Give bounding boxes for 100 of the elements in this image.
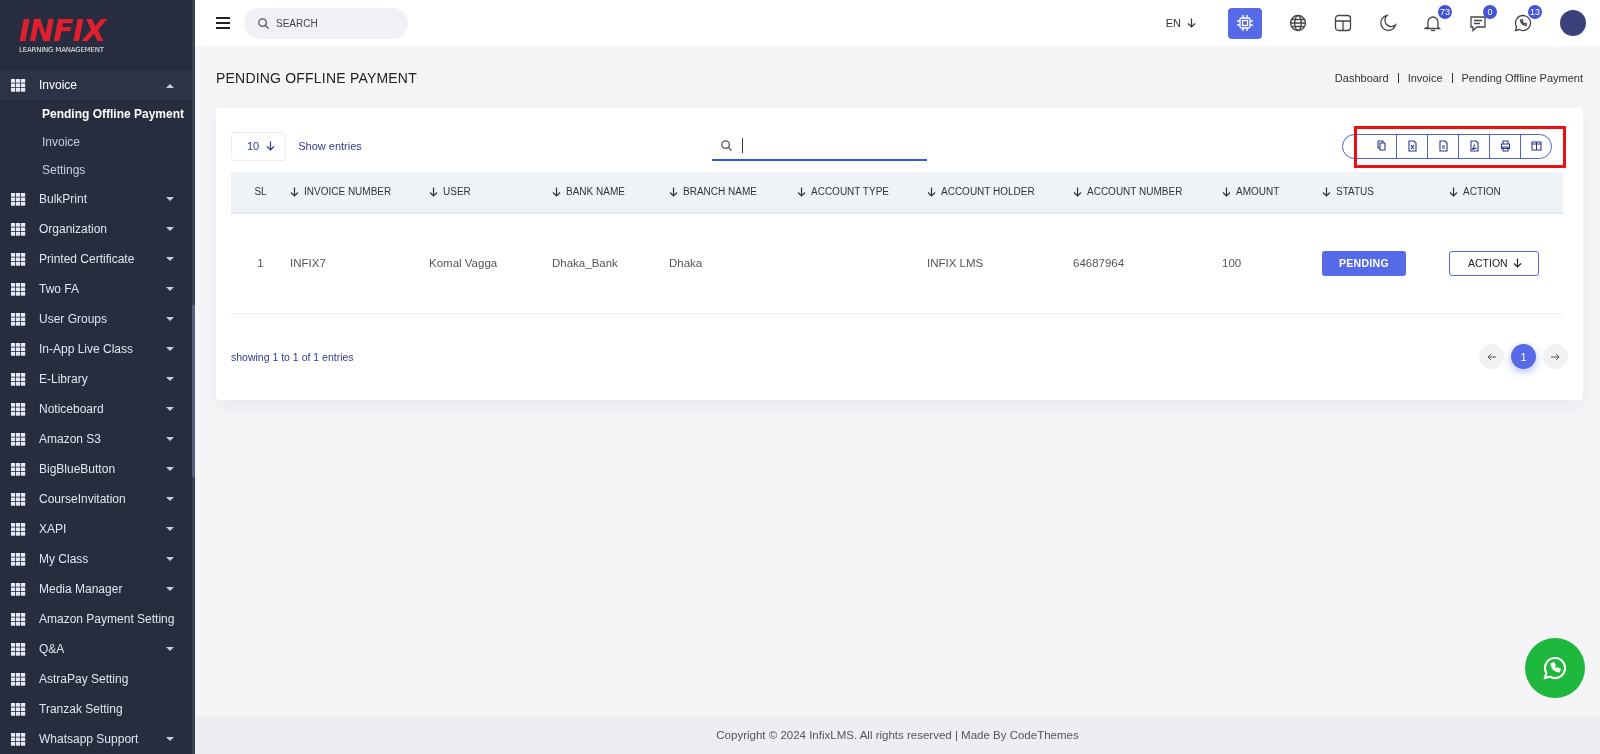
excel-icon xyxy=(1406,140,1418,153)
chat-icon xyxy=(1468,14,1487,32)
table-cell: Dhaka xyxy=(669,257,703,270)
sidebar-item-label: Q&A xyxy=(39,642,66,656)
sidebar-item[interactable]: Two FA xyxy=(0,274,193,304)
caret-icon xyxy=(166,406,175,412)
sort-arrow-icon xyxy=(927,186,936,197)
grid-icon xyxy=(11,582,26,596)
column-header[interactable]: ACCOUNT HOLDER xyxy=(927,171,1073,214)
moon-icon xyxy=(1378,14,1397,32)
grid-icon xyxy=(11,78,26,92)
globe-icon xyxy=(1288,14,1307,32)
caret-icon xyxy=(166,466,175,472)
caret-icon xyxy=(166,226,175,232)
column-header[interactable]: BRANCH NAME xyxy=(669,171,797,214)
sidebar-item[interactable]: Media Manager xyxy=(0,574,193,604)
sidebar-item-label: Invoice xyxy=(39,78,79,92)
page-length-select[interactable]: 10 xyxy=(231,131,287,161)
menu-icon[interactable] xyxy=(216,17,230,29)
page-button[interactable]: 1 xyxy=(1511,344,1536,370)
status-badge: PENDING xyxy=(1322,250,1406,276)
column-header[interactable]: INVOICE NUMBER xyxy=(290,171,429,214)
sidebar-item-label: Organization xyxy=(39,222,109,236)
sort-arrow-icon xyxy=(1322,186,1331,197)
sidebar-item[interactable]: My Class xyxy=(0,544,193,574)
layout-icon xyxy=(1333,14,1352,32)
entries-info: showing 1 to 1 of 1 entries xyxy=(231,350,354,363)
column-header[interactable]: AMOUNT xyxy=(1222,171,1322,214)
grid-icon xyxy=(11,462,26,476)
table-cell: Komal Vagga xyxy=(429,257,498,270)
sidebar-item[interactable]: XAPI xyxy=(0,514,193,544)
sidebar-item[interactable]: Organization xyxy=(0,214,193,244)
sidebar-item[interactable]: BigBlueButton xyxy=(0,454,193,484)
column-header[interactable]: ACCOUNT TYPE xyxy=(797,171,927,214)
caret-icon xyxy=(166,496,175,502)
search-field[interactable]: SEARCH xyxy=(244,7,408,39)
scrollbar-thumb[interactable] xyxy=(192,305,195,477)
sidebar-item[interactable]: Printed Certificate xyxy=(0,244,193,274)
sidebar-item[interactable]: CourseInvitation xyxy=(0,484,193,514)
sidebar-item[interactable]: Amazon Payment Setting xyxy=(0,604,193,634)
caret-icon xyxy=(166,256,175,262)
table-cell: INFIX7 xyxy=(290,257,326,270)
column-header[interactable]: ACTION xyxy=(1449,171,1563,214)
caret-icon xyxy=(166,376,175,382)
breadcrumb-link[interactable]: Pending Offline Payment xyxy=(1461,72,1583,84)
column-header[interactable]: ACCOUNT NUMBER xyxy=(1073,171,1222,214)
sort-arrow-icon xyxy=(1449,186,1458,197)
toolbar-icon-button[interactable] xyxy=(1228,7,1262,39)
sidebar-item-label: E-Library xyxy=(39,372,89,386)
grid-icon xyxy=(11,492,26,506)
logo-text: INFIX xyxy=(19,16,108,45)
submenu-item[interactable]: Pending Offline Payment xyxy=(0,100,193,128)
breadcrumb-link[interactable]: Dashboard xyxy=(1334,72,1389,84)
table-cell: INFIX LMS xyxy=(927,257,984,270)
arrow-icon xyxy=(1487,352,1496,361)
grid-icon xyxy=(11,282,26,296)
sidebar-item[interactable]: BulkPrint xyxy=(0,184,193,214)
notification-badge: 0 xyxy=(1483,4,1497,19)
grid-icon xyxy=(11,312,26,326)
action-button[interactable]: ACTION xyxy=(1449,250,1539,276)
whatsapp-icon xyxy=(1543,656,1567,680)
sidebar-item[interactable]: Q&A xyxy=(0,634,193,664)
column-header[interactable]: BANK NAME xyxy=(552,171,669,214)
column-header[interactable]: STATUS xyxy=(1322,171,1449,214)
submenu-item[interactable]: Settings xyxy=(0,156,193,184)
sort-arrow-icon xyxy=(669,186,678,197)
sidebar-item-label: AstraPay Setting xyxy=(39,672,130,686)
sort-arrow-icon xyxy=(1073,186,1082,197)
sidebar-item[interactable]: Invoice xyxy=(0,70,193,100)
sidebar-item[interactable]: In-App Live Class xyxy=(0,334,193,364)
footer-copyright: Copyright © 2024 InfixLMS. All rights reserved | Made By CodeThemes xyxy=(716,729,1079,741)
sidebar-item[interactable]: AstraPay Setting xyxy=(0,664,193,694)
grid-icon xyxy=(11,522,26,536)
copy-icon xyxy=(1376,140,1387,153)
table-cell: 64687964 xyxy=(1073,257,1125,270)
show-entries-label: Show entries xyxy=(298,140,362,153)
columns-icon xyxy=(1530,140,1542,153)
sidebar-item-label: Noticeboard xyxy=(39,402,105,416)
sidebar-item[interactable]: E-Library xyxy=(0,364,193,394)
sidebar-item[interactable]: Whatsapp Support xyxy=(0,724,193,754)
submenu-item[interactable]: Invoice xyxy=(0,128,193,156)
arrow-icon xyxy=(1551,352,1560,361)
sidebar-item-label: User Groups xyxy=(39,312,109,326)
sidebar-item[interactable]: Noticeboard xyxy=(0,394,193,424)
breadcrumb-link[interactable]: Invoice xyxy=(1407,72,1443,84)
search-icon xyxy=(721,139,732,151)
toolbar-icon-button[interactable]: 73 xyxy=(1415,5,1450,41)
sidebar-item[interactable]: Amazon S3 xyxy=(0,424,193,454)
toolbar-icon-button[interactable]: 0 xyxy=(1460,5,1495,41)
language-selector[interactable]: EN xyxy=(1165,17,1196,29)
sidebar-item[interactable]: User Groups xyxy=(0,304,193,334)
whatsapp-chat-button[interactable] xyxy=(1525,638,1585,698)
table-cell: Dhaka_Bank xyxy=(552,257,618,270)
sidebar-item[interactable]: Tranzak Setting xyxy=(0,694,193,724)
avatar[interactable] xyxy=(1560,10,1586,36)
column-header: SL xyxy=(231,171,290,214)
grid-icon xyxy=(11,672,26,686)
sidebar-item-label: CourseInvitation xyxy=(39,492,127,506)
toolbar-icon-button[interactable]: 13 xyxy=(1505,5,1540,41)
column-header[interactable]: USER xyxy=(429,171,552,214)
